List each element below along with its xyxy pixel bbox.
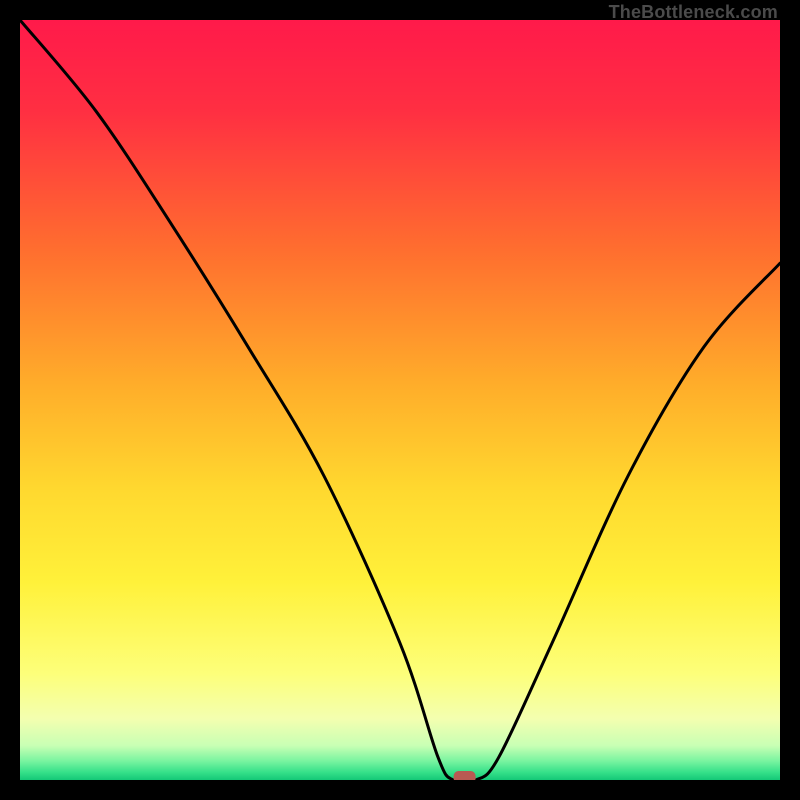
- optimal-marker: [454, 771, 476, 780]
- curve-layer: [20, 20, 780, 780]
- bottleneck-curve: [20, 20, 780, 780]
- plot-area: [20, 20, 780, 780]
- watermark-text: TheBottleneck.com: [609, 2, 778, 23]
- chart-frame: TheBottleneck.com: [0, 0, 800, 800]
